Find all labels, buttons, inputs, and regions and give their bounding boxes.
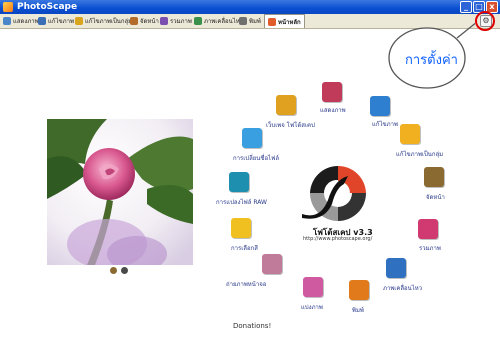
- color-picker-icon: [231, 218, 251, 238]
- menu-label: แก้ไขภาพเป็นกลุ่ม: [396, 151, 444, 158]
- print-icon: [239, 17, 247, 25]
- app-icon: [3, 2, 13, 12]
- editor-icon: [370, 96, 390, 116]
- tab-gif-animation[interactable]: ภาพเคลื่อนไหว: [194, 15, 243, 27]
- tab-viewer[interactable]: แสดงภาพ: [3, 15, 39, 27]
- menu-label: การเลือกสี: [231, 245, 258, 252]
- photo-preview[interactable]: [47, 119, 193, 265]
- tab-label: ภาพเคลื่อนไหว: [204, 18, 244, 25]
- batch-editor-icon: [400, 124, 420, 144]
- donations-link[interactable]: Donations!: [233, 322, 271, 330]
- tab-label: แก้ไขภาพ: [48, 18, 74, 25]
- menu-label: ถ่ายภาพหน้าจอ: [226, 281, 267, 288]
- logo-url[interactable]: http://www.photoscape.org/: [303, 236, 372, 242]
- menu-label: ภาพเคลื่อนไหว: [383, 285, 423, 292]
- rename-icon: [242, 128, 262, 148]
- title-bar: PhotoScape _ □ x: [0, 0, 500, 14]
- batch-editor-icon: [75, 17, 83, 25]
- viewer-icon: [3, 17, 11, 25]
- tab-label: จัดหน้า: [140, 18, 159, 25]
- page-icon: [424, 167, 444, 187]
- home-icon: [268, 17, 276, 26]
- tab-batch-editor[interactable]: แก้ไขภาพเป็นกลุ่ม: [75, 15, 132, 27]
- animation-icon: [386, 258, 406, 278]
- tab-label: แก้ไขภาพเป็นกลุ่ม: [85, 18, 133, 25]
- menu-label: แสดงภาพ: [320, 107, 346, 114]
- page-icon: [130, 17, 138, 25]
- view-icon[interactable]: [121, 267, 128, 274]
- splitter-icon: [303, 277, 323, 297]
- window-title: PhotoScape: [17, 2, 78, 12]
- tab-label: รวมภาพ: [170, 18, 192, 25]
- tab-label: แสดงภาพ: [13, 18, 39, 25]
- menu-label: การแปลงไฟล์ RAW: [216, 199, 267, 206]
- menu-label: แก้ไขภาพ: [372, 121, 398, 128]
- tab-print[interactable]: พิมพ์: [239, 15, 261, 27]
- combine-icon: [418, 219, 438, 239]
- menu-label: จัดหน้า: [426, 194, 445, 201]
- tab-label: พิมพ์: [249, 18, 261, 25]
- rotate-icon[interactable]: [110, 267, 117, 274]
- animation-icon: [194, 17, 202, 25]
- minimize-button[interactable]: _: [460, 1, 472, 13]
- menu-label: เว็บเพจ โฟโต้สเคป: [266, 122, 315, 129]
- menu-label: การเปลี่ยนชื่อไฟล์: [233, 155, 279, 162]
- viewer-icon: [322, 82, 342, 102]
- tab-home[interactable]: หน้าหลัก: [264, 14, 305, 28]
- tab-combine[interactable]: รวมภาพ: [160, 15, 192, 27]
- web-page-icon: [276, 95, 296, 115]
- combine-icon: [160, 17, 168, 25]
- screen-capture-icon: [262, 254, 282, 274]
- tab-page[interactable]: จัดหน้า: [130, 15, 159, 27]
- highlight-ring: [475, 11, 495, 31]
- menu-label: พิมพ์: [352, 307, 364, 314]
- print-icon: [349, 280, 369, 300]
- rose-photo: [47, 119, 193, 265]
- editor-icon: [38, 17, 46, 25]
- raw-converter-icon: [229, 172, 249, 192]
- menu-label: แบ่งภาพ: [301, 304, 323, 311]
- annotation-label: การตั้งค่า: [405, 53, 458, 68]
- tab-editor[interactable]: แก้ไขภาพ: [38, 15, 74, 27]
- photoscape-logo: [302, 166, 366, 221]
- menu-label: รวมภาพ: [419, 245, 441, 252]
- tab-label: หน้าหลัก: [278, 18, 301, 26]
